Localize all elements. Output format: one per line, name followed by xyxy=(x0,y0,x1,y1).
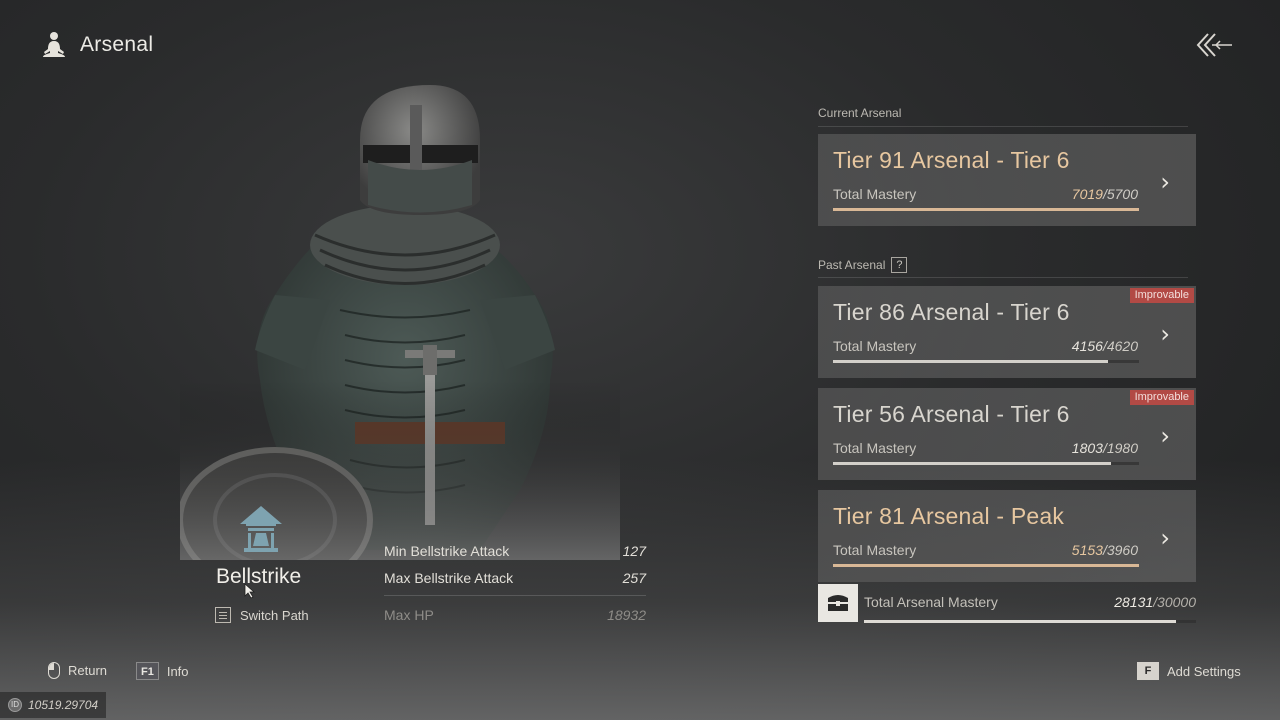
past-arsenal-card[interactable]: Tier 56 Arsenal - Tier 6 Total Mastery 1… xyxy=(818,388,1196,480)
stat-max-attack: Max Bellstrike Attack 257 xyxy=(384,570,646,586)
chest-icon xyxy=(818,584,858,622)
meditation-figure-icon xyxy=(40,30,68,60)
stat-label: Max Bellstrike Attack xyxy=(384,570,514,586)
page-header: Arsenal xyxy=(40,30,153,60)
chevron-right-icon: › xyxy=(1160,168,1170,196)
past-arsenal-card[interactable]: Tier 86 Arsenal - Tier 6 Total Mastery 4… xyxy=(818,286,1196,378)
mastery-current: 4156 xyxy=(1071,338,1103,354)
mastery-max: /1980 xyxy=(1102,440,1138,456)
mastery-value: 5153/3960 xyxy=(1072,542,1138,558)
mastery-progress-bar xyxy=(833,462,1139,465)
mastery-value: 4156/4620 xyxy=(1072,338,1138,354)
mastery-max: /5700 xyxy=(1102,186,1138,202)
key-hint: F xyxy=(1137,662,1159,680)
progress-fill xyxy=(833,208,1139,211)
info-label: Info xyxy=(166,663,189,679)
card-title: Tier 86 Arsenal - Tier 6 xyxy=(833,299,1070,325)
mastery-label: Total Mastery xyxy=(833,542,917,558)
armored-warrior-figure xyxy=(177,80,620,593)
stat-label: Min Bellstrike Attack xyxy=(384,543,510,559)
stat-min-attack: Min Bellstrike Attack 127 xyxy=(384,543,646,559)
switch-path-button[interactable]: Switch Path xyxy=(215,607,309,623)
back-button[interactable] xyxy=(1196,30,1236,60)
total-arsenal-mastery: Total Arsenal Mastery 28131/30000 xyxy=(818,584,1196,624)
progress-fill xyxy=(833,462,1112,465)
double-chevron-back-icon xyxy=(1196,33,1232,57)
mastery-value: 1803/1980 xyxy=(1072,440,1138,456)
player-uid: ID 10519.29704 xyxy=(0,692,107,718)
mastery-value: 7019/5700 xyxy=(1072,186,1138,202)
mastery-max: /4620 xyxy=(1102,338,1138,354)
mouse-cursor-icon xyxy=(244,583,256,604)
section-divider xyxy=(818,126,1188,127)
total-label: Total Arsenal Mastery xyxy=(864,594,998,610)
stat-value: 18932 xyxy=(607,607,646,623)
mastery-progress-bar xyxy=(833,564,1139,567)
switch-list-icon xyxy=(215,607,231,623)
stat-label: Max HP xyxy=(384,607,434,623)
mastery-label: Total Mastery xyxy=(833,338,917,354)
progress-fill xyxy=(833,360,1109,363)
uid-icon: ID xyxy=(8,698,22,712)
mastery-current: 5153 xyxy=(1071,542,1103,558)
section-label-text: Past Arsenal xyxy=(818,258,886,272)
bell-temple-icon xyxy=(234,504,288,559)
mastery-progress-bar xyxy=(833,208,1139,211)
page-title: Arsenal xyxy=(80,33,154,56)
total-max: /30000 xyxy=(1153,594,1196,610)
past-arsenal-heading: Past Arsenal ? xyxy=(818,257,908,273)
stat-value: 127 xyxy=(622,543,646,559)
mastery-max: /3960 xyxy=(1102,542,1138,558)
mastery-label: Total Mastery xyxy=(833,440,917,456)
total-progress-bar xyxy=(864,620,1196,623)
current-arsenal-heading: Current Arsenal xyxy=(818,106,901,120)
stat-max-hp: Max HP 18932 xyxy=(384,607,646,623)
uid-text: 10519.29704 xyxy=(28,698,99,712)
key-hint: F1 xyxy=(136,662,159,680)
progress-fill xyxy=(833,564,1139,567)
switch-path-label: Switch Path xyxy=(240,607,309,623)
card-title: Tier 81 Arsenal - Peak xyxy=(833,503,1065,529)
mastery-label: Total Mastery xyxy=(833,186,917,202)
past-arsenal-card[interactable]: Tier 81 Arsenal - Peak Total Mastery 515… xyxy=(818,490,1196,582)
return-label: Return xyxy=(68,663,108,678)
mastery-current: 7019 xyxy=(1071,186,1103,202)
total-current: 28131 xyxy=(1114,594,1154,610)
chevron-right-icon: › xyxy=(1160,524,1170,552)
return-button[interactable]: Return xyxy=(48,662,107,679)
total-value: 28131/30000 xyxy=(1114,594,1196,610)
chevron-right-icon: › xyxy=(1160,422,1170,450)
progress-fill xyxy=(864,620,1177,623)
mastery-progress-bar xyxy=(833,360,1139,363)
chevron-right-icon: › xyxy=(1160,320,1170,348)
card-title: Tier 56 Arsenal - Tier 6 xyxy=(833,401,1070,427)
mastery-current: 1803 xyxy=(1071,440,1103,456)
card-title: Tier 91 Arsenal - Tier 6 xyxy=(833,147,1070,173)
settings-label: Add Settings xyxy=(1167,663,1241,679)
section-label-text: Current Arsenal xyxy=(818,106,902,120)
improvable-badge: Improvable xyxy=(1129,390,1194,405)
improvable-badge: Improvable xyxy=(1129,288,1194,303)
stat-divider xyxy=(384,595,646,596)
path-name: Bellstrike xyxy=(216,565,302,588)
current-arsenal-card[interactable]: Tier 91 Arsenal - Tier 6 Total Mastery 7… xyxy=(818,134,1196,226)
add-settings-button[interactable]: F Add Settings xyxy=(1137,662,1241,680)
stat-value: 257 xyxy=(622,570,646,586)
section-divider xyxy=(818,277,1188,278)
info-button[interactable]: F1 Info xyxy=(136,662,189,680)
help-icon[interactable]: ? xyxy=(891,257,908,273)
mouse-icon xyxy=(48,662,60,679)
